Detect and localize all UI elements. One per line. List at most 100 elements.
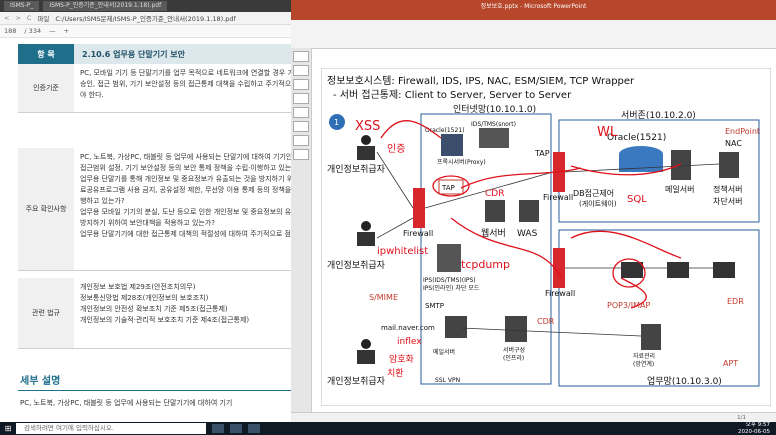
page-total: / 334 (24, 27, 42, 35)
endpoint-label: EndPoint (725, 127, 760, 136)
ink-note: WL (597, 125, 618, 140)
ink-note: 암호화 (389, 353, 414, 365)
infra-server-icon (505, 316, 527, 342)
ips-label: IPS(IDS/TMS)(IPS) (423, 277, 476, 284)
ink-note: 인증 (387, 143, 405, 155)
taskbar-clock[interactable]: 오후 9:57 2020-06-05 (738, 422, 770, 435)
pdf-tab-bar: ISMS-P_ ISMS-P_인증기준_안내서(2019.1.18).pdf (0, 0, 291, 12)
ink-note: CDR (485, 189, 504, 199)
check-line: 접근범위 설정, 기기 보안설정 등의 보안 통제 정책을 수립·이행하고 있는… (80, 164, 291, 172)
nac-label: NAC (725, 139, 742, 148)
ppt-ribbon[interactable] (291, 10, 776, 49)
slide-subtitle: - 서버 접근통제: Client to Server, Server to S… (333, 89, 572, 101)
law-line: 개인정보 보호법 제29조(안전조치의무) (80, 283, 196, 291)
ids-label: IDS/TMS(snort) (471, 121, 516, 128)
edr-label: EDR (727, 297, 744, 306)
ribbon-tabs[interactable] (291, 10, 776, 20)
zoom-out-button[interactable]: — (49, 27, 56, 35)
slide-thumb[interactable] (293, 149, 309, 160)
slide-canvas[interactable]: 정보보호시스템: Firewall, IDS, IPS, NAC, ESM/SI… (321, 68, 771, 406)
criteria-header: 항 목 2.10.6 업무용 단말기기 보안 (18, 44, 291, 64)
criteria-line: 야 한다. (80, 91, 104, 99)
law-text: 개인정보 보호법 제29조(안전조치의무) 정보통신망법 제28조(개인정보의 … (74, 278, 291, 348)
zoom-in-button[interactable]: + (64, 27, 69, 35)
check-row: 주요 확인사항 PC, 노트북, 가상PC, 태블릿 등 업무에 사용되는 단말… (18, 148, 291, 271)
zone-internet-label: 인터넷망(10.10.1.0) (453, 104, 536, 115)
slide-thumb[interactable] (293, 65, 309, 76)
address-prefix: 파일 (37, 15, 50, 23)
ink-note: tcpdump (461, 258, 510, 271)
taskbar-search[interactable]: 검색하려면 여기에 입력하십시오. (16, 423, 206, 434)
criteria-label: 인증기준 (18, 64, 74, 112)
web-server-icon (485, 200, 505, 222)
smtp-server-icon (445, 316, 467, 338)
step-badge-text: 1 (334, 118, 339, 127)
slide-thumb[interactable] (293, 79, 309, 90)
firewall1-label: Firewall (403, 229, 433, 238)
oracle-db-icon (441, 134, 463, 156)
mail-server2-label: 메일서버 (665, 184, 694, 194)
mail-server-label: 메일서버 (433, 348, 455, 356)
header-title: 2.10.6 업무용 단말기기 보안 (74, 44, 291, 64)
nac-server-icon (719, 152, 739, 178)
proxy-label: 프록시서버(Proxy) (437, 158, 486, 166)
zone-business-label: 업무망(10.10.3.0) (647, 376, 722, 387)
windows-start-icon[interactable]: ⊞ (0, 422, 16, 435)
taskbar-app-icon[interactable] (230, 424, 242, 433)
mail-server-icon (671, 150, 691, 180)
slide-thumb[interactable] (293, 107, 309, 118)
db-gateway-label: DB접근제어 (573, 188, 614, 198)
header-label: 항 목 (18, 44, 74, 64)
ink-note: XSS (355, 119, 380, 134)
check-line: 업무용 단말기기에 대한 접근통제 대책의 적절성에 대하여 주기적으로 점검하… (80, 230, 291, 238)
reload-icon[interactable]: C (27, 14, 32, 22)
slide-title: 정보보호시스템: Firewall, IDS, IPS, NAC, ESM/SI… (327, 75, 635, 87)
zone-server-label: 서버존(10.10.2.0) (621, 110, 696, 121)
pc-icon (621, 262, 643, 278)
section-divider (18, 390, 291, 391)
ink-note: 치환 (387, 367, 404, 379)
pdf-tab[interactable]: ISMS-P_ (4, 1, 40, 11)
law-line: 개인정보의 안전성 확보조치 기준 제5조(접근통제) (80, 305, 228, 313)
slide-thumb[interactable] (293, 93, 309, 104)
cdr-label: CDR (537, 317, 555, 326)
pdf-tab-active[interactable]: ISMS-P_인증기준_안내서(2019.1.18).pdf (43, 1, 168, 11)
ips-device-icon (437, 244, 461, 272)
address-field[interactable]: C:/Users/ISMS문제/ISMS-P_인증기준_안내서(2019.1.1… (55, 13, 235, 23)
check-line: PC, 노트북, 가상PC, 태블릿 등 업무에 사용되는 단말기에 대하여 기… (80, 153, 291, 161)
back-icon[interactable]: < (4, 14, 9, 22)
check-line: 업무용 모바일 기기의 분실, 도난 등으로 인한 개인정보 및 중요정보의 유… (80, 208, 291, 216)
taskbar-app-icon[interactable] (212, 424, 224, 433)
law-row: 관련 법규 개인정보 보호법 제29조(안전조치의무) 정보통신망법 제28조(… (18, 278, 291, 349)
check-line: 업무용 단말기를 통해 개인정보 및 중요정보가 유출되는 것을 방지하기 위하… (80, 175, 291, 183)
user3-label: 개인정보취급자 (327, 376, 386, 387)
was-icon (519, 200, 539, 222)
criteria-text: PC, 모바일 기기 등 단말기기를 업무 목적으로 네트워크에 연결할 경우 … (74, 64, 291, 112)
clock-date: 2020-06-05 (738, 428, 770, 435)
taskbar: ⊞ 검색하려면 여기에 입력하십시오. 오후 9:57 2020-06-05 (0, 422, 776, 435)
pdf-viewer-window: ISMS-P_ ISMS-P_인증기준_안내서(2019.1.18).pdf <… (0, 0, 291, 422)
check-line: 방지하기 위하여 보안대책을 적용하고 있는가? (80, 219, 215, 227)
slide-thumbnail-pane[interactable] (291, 48, 312, 412)
slide-thumb[interactable] (293, 121, 309, 132)
ink-note: ipwhitelist (377, 246, 428, 257)
mail-address: mail.naver.com (381, 324, 435, 332)
db-gateway-sub: (게이트웨이) (579, 199, 617, 208)
slide-thumb[interactable] (293, 51, 309, 62)
nac-server2-label: 차단서버 (713, 196, 742, 206)
firewall-icon (413, 188, 425, 228)
check-line: 행하고 있는가? (80, 197, 125, 205)
ips-sub-label: IPS(인라인) 차단 모드 (423, 284, 480, 292)
forward-icon[interactable]: > (15, 14, 20, 22)
was-label: WAS (517, 229, 538, 239)
law-line: 정보통신망법 제28조(개인정보의 보호조치) (80, 294, 209, 302)
check-label: 주요 확인사항 (18, 148, 74, 270)
user2-label: 개인정보취급자 (327, 260, 386, 271)
tap2-label: TAP (534, 149, 550, 158)
file-server-icon (641, 324, 661, 350)
pc-icon (713, 262, 735, 278)
firewall2-label: Firewall (543, 193, 573, 202)
taskbar-app-icon[interactable] (248, 424, 260, 433)
slide-thumb[interactable] (293, 135, 309, 146)
page-number-input[interactable]: 188 (4, 27, 16, 35)
